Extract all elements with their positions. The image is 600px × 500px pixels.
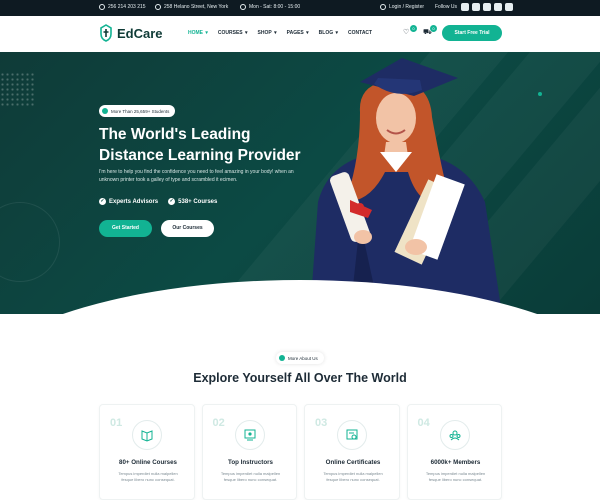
phone-icon — [99, 4, 105, 10]
about-pill-text: More About Us — [288, 355, 318, 361]
hero-section: More Than 25,659+ Students The World's L… — [0, 52, 600, 314]
login-text: Login / Register — [389, 4, 425, 10]
card-text: Tempus imperdiet nulla malpellen fesque … — [323, 471, 383, 482]
check-icon: ✓ — [168, 198, 176, 205]
phone-info[interactable]: 256 214 203 215 — [99, 4, 146, 10]
wishlist-button[interactable]: ♡ 0 — [403, 25, 417, 37]
hero-features: ✓ Experts Advisors ✓ 538+ Courses — [99, 198, 217, 205]
card-text: Tempus imperdiet nulla malpellen fesque … — [425, 471, 486, 482]
chevron-down-icon: ▾ — [272, 30, 277, 36]
facebook-icon[interactable] — [461, 3, 469, 11]
logo-icon — [99, 24, 113, 42]
bolt-icon — [279, 355, 285, 361]
decorative-ring — [0, 202, 60, 282]
nav-courses[interactable]: COURSES ▾ — [218, 30, 248, 36]
chevron-down-icon: ▾ — [204, 30, 208, 36]
graduate-image — [290, 52, 520, 314]
feature-experts: ✓ Experts Advisors — [99, 198, 159, 205]
card-number: 04 — [417, 417, 430, 429]
about-pill: More About Us — [276, 352, 324, 364]
linkedin-icon[interactable] — [483, 3, 491, 11]
header-icons: ♡ 0 ⛟ 0 — [403, 25, 437, 37]
start-free-trial-button[interactable]: Start Free Trial — [442, 25, 502, 41]
main-header: EdCare HOME ▾ COURSES ▾ SHOP ▾ PAGES ▾ B… — [0, 16, 600, 52]
follow-text: Follow Us — [435, 4, 457, 10]
address-info: 258 Helano Street, New York — [155, 4, 228, 10]
hero-title-line1: The World's Leading — [99, 126, 251, 143]
feature-card[interactable]: 02 Top Instructors Tempus imperdiet null… — [201, 404, 297, 500]
card-number: 03 — [315, 417, 328, 429]
students-pill: More Than 25,659+ Students — [99, 105, 176, 117]
feature-courses: ✓ 538+ Courses — [168, 198, 218, 205]
nav-contact[interactable]: CONTACT — [348, 30, 372, 36]
book-icon — [132, 420, 162, 450]
login-link[interactable]: Login / Register — [380, 4, 424, 10]
card-title: 80+ Online Courses — [119, 459, 177, 466]
logo-text: EdCare — [117, 25, 163, 41]
feature-card[interactable]: 04 6000k+ Members Tempus imperdiet nulla… — [406, 404, 502, 500]
get-started-button[interactable]: Get Started — [99, 220, 152, 237]
feature-card[interactable]: 01 80+ Online Courses Tempus imperdiet n… — [99, 404, 195, 500]
check-icon: ✓ — [99, 198, 106, 205]
phone-text: 256 214 203 215 — [108, 4, 146, 10]
instructor-icon — [234, 420, 265, 450]
cart-button[interactable]: ⛟ 0 — [423, 25, 437, 37]
follow-label: Follow Us — [435, 4, 457, 10]
card-number: 01 — [110, 417, 123, 429]
card-title: Top Instructors — [228, 459, 273, 466]
chevron-down-icon: ▾ — [304, 30, 309, 36]
wishlist-count: 0 — [410, 25, 417, 32]
social-links — [461, 3, 513, 11]
user-icon — [380, 4, 386, 10]
location-icon — [155, 4, 161, 10]
hours-info: Mon - Sat: 8:00 - 15:00 — [240, 4, 300, 10]
card-number: 02 — [212, 417, 225, 429]
hero-title-line2: Distance Learning Provider — [99, 147, 301, 164]
hero-description: I'm here to help you find the confidence… — [99, 169, 294, 183]
our-courses-button[interactable]: Our Courses — [161, 220, 214, 237]
card-title: 6000k+ Members — [430, 459, 481, 466]
chevron-down-icon: ▾ — [334, 30, 339, 36]
youtube-icon[interactable] — [505, 3, 513, 11]
logo[interactable]: EdCare — [99, 24, 163, 42]
instagram-icon[interactable] — [472, 3, 480, 11]
accent-dot — [538, 92, 542, 96]
hours-text: Mon - Sat: 8:00 - 15:00 — [249, 4, 301, 10]
feature-cards: 01 80+ Online Courses Tempus imperdiet n… — [99, 404, 502, 500]
skype-icon[interactable] — [494, 3, 502, 11]
feature-card[interactable]: 03 Online Certificates Tempus imperdiet … — [304, 404, 400, 500]
section-title: Explore Yourself All Over The World — [193, 371, 407, 385]
address-text: 258 Helano Street, New York — [164, 4, 229, 10]
chevron-down-icon: ▾ — [243, 30, 248, 36]
certificate-icon — [337, 420, 367, 450]
heart-icon: ♡ — [403, 29, 410, 36]
students-text: More Than 25,659+ Students — [111, 108, 170, 114]
main-nav: HOME ▾ COURSES ▾ SHOP ▾ PAGES ▾ BLOG ▾ C… — [188, 30, 372, 36]
graduation-icon — [102, 108, 108, 114]
nav-blog[interactable]: BLOG ▾ — [319, 30, 338, 36]
cart-count: 0 — [430, 25, 437, 32]
nav-home[interactable]: HOME ▾ — [188, 30, 208, 36]
nav-shop[interactable]: SHOP ▾ — [258, 30, 277, 36]
hero-title: The World's Leading Distance Learning Pr… — [99, 124, 309, 166]
top-bar: 256 214 203 215 258 Helano Street, New Y… — [0, 0, 600, 16]
dot-pattern — [0, 72, 34, 106]
card-title: Online Certificates — [325, 459, 381, 466]
clock-icon — [240, 4, 246, 10]
nav-pages[interactable]: PAGES ▾ — [287, 30, 309, 36]
card-text: Tempus imperdiet nulla malpellen fesque … — [220, 471, 281, 482]
card-text: Tempus imperdiet nulla malpellen fesque … — [118, 471, 178, 482]
members-icon — [439, 420, 470, 450]
